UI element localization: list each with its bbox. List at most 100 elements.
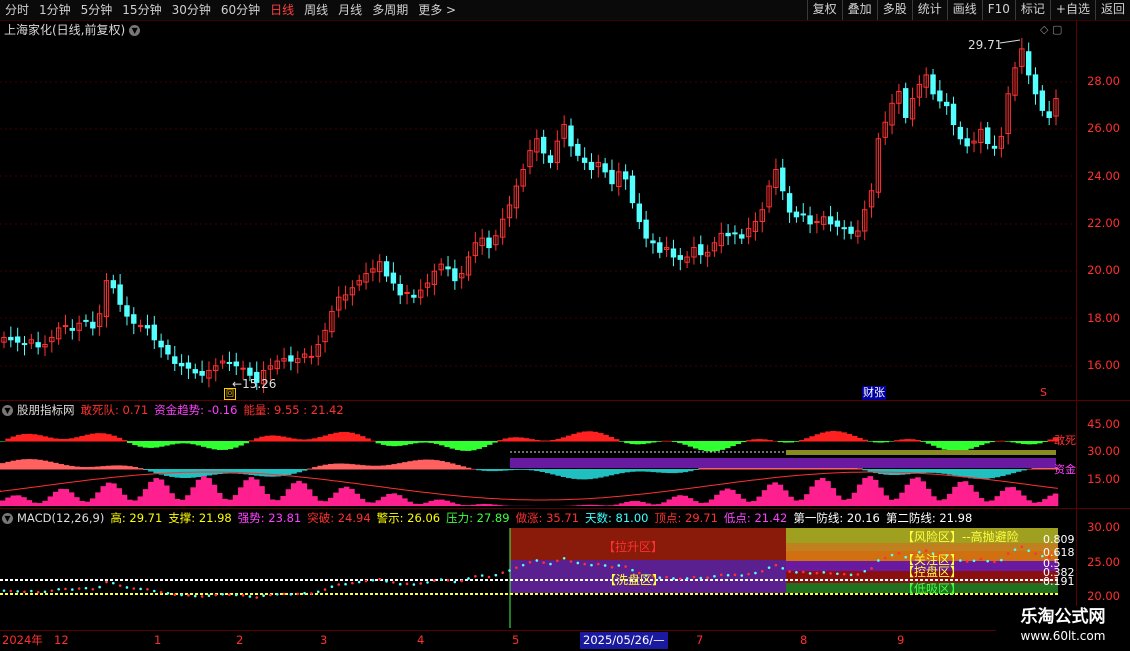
ind1-bar-gansi xyxy=(190,441,196,444)
ind1-energy-bar xyxy=(852,493,858,506)
ind1-bar-gansi xyxy=(725,441,731,448)
ind1-bar-zijin xyxy=(286,469,292,475)
ind1-energy-bar xyxy=(577,505,583,506)
ind1-bar-zijin xyxy=(0,463,6,469)
ind1-energy-bar xyxy=(1042,499,1048,506)
ind1-energy-bar xyxy=(1047,496,1053,506)
ind1-bar-zijin xyxy=(455,465,461,470)
ind1-bar-gansi xyxy=(360,436,366,441)
ind1-bar-gansi xyxy=(582,431,588,441)
ind2-price-dot xyxy=(153,590,156,593)
ind1-bar-gansi xyxy=(201,441,207,447)
ind2-price-dot xyxy=(447,579,450,582)
ind1-energy-bar xyxy=(995,496,1001,506)
ind1-bar-zijin xyxy=(926,469,932,473)
ind1-energy-bar xyxy=(259,486,265,506)
ind1-bar-zijin xyxy=(513,469,519,470)
ind1-bar-zijin xyxy=(582,469,588,479)
ind2-price-dot xyxy=(563,557,566,560)
ind1-bar-zijin xyxy=(661,469,667,473)
ind1-bar-gansi xyxy=(492,441,498,443)
ind1-energy-bar xyxy=(889,500,895,506)
ind1-bar-zijin xyxy=(175,469,181,478)
ind1-energy-bar xyxy=(873,480,879,506)
ind2-price-dot xyxy=(488,576,491,579)
ind1-energy-bar xyxy=(651,504,657,506)
ind1-bar-zijin xyxy=(365,466,371,470)
ind1-energy-bar xyxy=(788,497,794,506)
ind1-bar-gansi xyxy=(915,440,921,442)
indicator1-toggle-icon[interactable]: ▼ xyxy=(2,405,13,416)
ind1-energy-bar xyxy=(69,492,75,506)
ind1-bar-zijin xyxy=(249,469,255,475)
ind1-energy-bar xyxy=(360,499,366,506)
ind1-bar-zijin xyxy=(307,469,313,470)
ind1-bar-zijin xyxy=(270,469,276,477)
candle-body xyxy=(548,156,552,163)
ind1-energy-bar xyxy=(286,489,292,506)
ind1-bar-zijin xyxy=(905,469,911,474)
candle-body xyxy=(945,102,949,105)
ind2-axis-tick: 20.00 xyxy=(1087,589,1120,603)
ind1-bar-zijin xyxy=(566,469,572,478)
ind1-bar-zijin xyxy=(143,469,149,470)
candle-body xyxy=(227,362,231,363)
ind2-price-dot xyxy=(242,594,245,597)
ind2-price-dot xyxy=(146,588,149,591)
ind1-bar-gansi xyxy=(545,441,551,442)
ind1-bar-gansi xyxy=(138,441,144,447)
ind1-energy-bar xyxy=(592,505,598,506)
date-month: 1 xyxy=(154,631,161,649)
ind1-bar-zijin xyxy=(296,469,302,472)
ind2-price-dot xyxy=(1034,552,1037,555)
indicator2-value: 高: 29.71 xyxy=(110,511,162,525)
ind1-energy-bar xyxy=(180,500,186,506)
ind1-energy-bar xyxy=(677,495,683,506)
ind2-price-dot xyxy=(3,589,6,592)
ind1-energy-bar xyxy=(815,480,821,506)
ind1-energy-bar xyxy=(587,505,593,506)
selected-date[interactable]: 2025/05/26/— xyxy=(580,632,668,649)
ind1-energy-bar xyxy=(841,500,847,506)
ind1-bar-gansi xyxy=(534,440,540,442)
ind1-energy-bar xyxy=(291,483,297,506)
ind1-energy-bar xyxy=(772,482,778,506)
ind1-energy-bar xyxy=(32,503,38,506)
indicator2-toggle-icon[interactable]: ▼ xyxy=(2,513,13,524)
ind1-bar-zijin xyxy=(95,467,101,470)
ind1-energy-bar xyxy=(169,493,175,506)
ind2-price-dot xyxy=(426,581,429,584)
candle-body xyxy=(644,220,648,238)
ind2-price-dot xyxy=(64,588,67,591)
ind2-price-dot xyxy=(378,578,381,581)
ind1-tag-zijin: 资金 xyxy=(1054,461,1076,477)
ind1-bar-zijin xyxy=(101,466,107,469)
ind2-price-dot xyxy=(747,573,750,576)
event-badge[interactable]: 财张 xyxy=(862,386,886,400)
marker-s-icon: S xyxy=(1040,386,1047,399)
candle-body xyxy=(541,137,545,153)
ind1-energy-bar xyxy=(979,498,985,506)
ind1-bar-gansi xyxy=(746,440,752,441)
candle-body xyxy=(405,292,409,293)
ind1-bar-zijin xyxy=(540,469,546,472)
ind1-bar-zijin xyxy=(127,466,133,469)
ind1-bar-gansi xyxy=(95,433,101,441)
date-year: 2024年 xyxy=(2,631,43,649)
ind1-bar-gansi xyxy=(809,436,815,441)
ind2-price-dot xyxy=(474,575,477,578)
ind2-price-dot xyxy=(1007,552,1010,555)
ind1-bar-gansi xyxy=(265,436,271,442)
ind1-bar-gansi xyxy=(984,441,990,443)
ind1-bar-zijin xyxy=(439,461,445,470)
ind1-energy-bar xyxy=(37,503,43,506)
ind1-bar-gansi xyxy=(418,441,424,443)
candle-body xyxy=(309,356,313,357)
ind2-price-dot xyxy=(78,587,81,590)
ind1-energy-bar xyxy=(778,485,784,506)
ind1-energy-bar xyxy=(920,481,926,506)
ind1-bar-gansi xyxy=(688,441,694,447)
ind1-bar-gansi xyxy=(423,441,429,443)
ind1-bar-zijin xyxy=(122,466,128,470)
ind1-energy-bar xyxy=(265,494,271,506)
